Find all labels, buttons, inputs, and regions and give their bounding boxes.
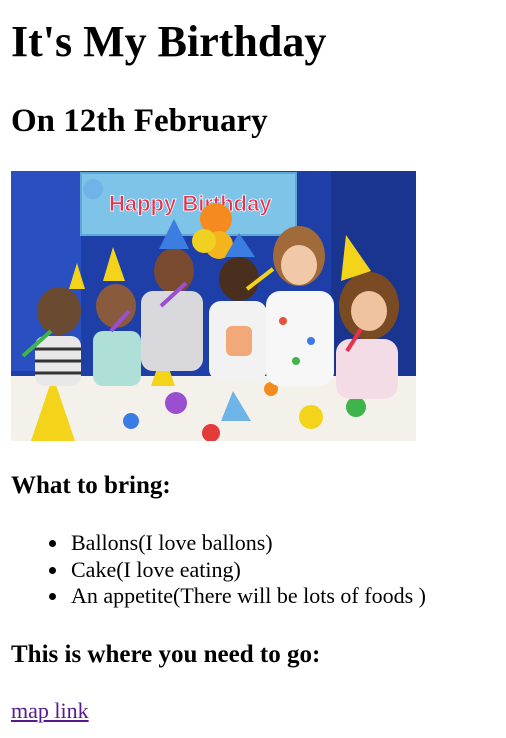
birthday-photo: Happy Birthday bbox=[11, 171, 416, 441]
bring-list: Ballons(I love ballons) Cake(I love eati… bbox=[11, 530, 426, 610]
list-item: Cake(I love eating) bbox=[49, 557, 426, 584]
list-item: An appetite(There will be lots of foods … bbox=[49, 583, 426, 608]
happy-birthday-banner: Happy Birthday bbox=[80, 172, 297, 236]
map-link[interactable]: map link bbox=[11, 698, 89, 724]
banner-text: Happy Birthday bbox=[109, 191, 272, 216]
list-item: Ballons(I love ballons) bbox=[49, 530, 426, 557]
party-date: On 12th February bbox=[11, 103, 268, 139]
birthday-photo-illustration: Happy Birthday bbox=[11, 171, 416, 441]
page-title: It's My Birthday bbox=[11, 17, 327, 66]
what-to-bring-heading: What to bring: bbox=[11, 472, 171, 499]
directions-heading: This is where you need to go: bbox=[11, 641, 321, 668]
